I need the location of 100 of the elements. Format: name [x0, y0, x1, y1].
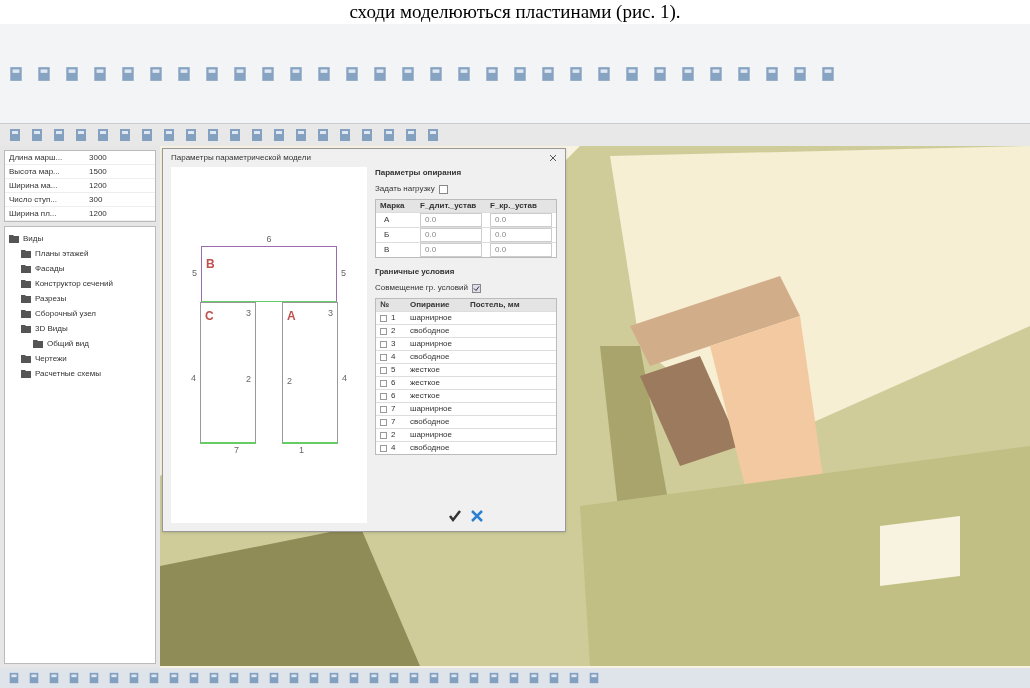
tree-item[interactable]: Конструктор сечений: [35, 277, 113, 290]
toolbar-tool-icon[interactable]: [372, 65, 388, 82]
toolbar-tool-icon[interactable]: [488, 672, 500, 684]
toolbar-tool-icon[interactable]: [206, 128, 220, 142]
checkmark-icon[interactable]: [448, 509, 462, 523]
close-icon[interactable]: [470, 509, 484, 523]
toolbar-tool-icon[interactable]: [268, 672, 280, 684]
value-field[interactable]: 0.0: [490, 213, 552, 227]
toolbar-tool-icon[interactable]: [588, 672, 600, 684]
value-field[interactable]: 0.0: [420, 228, 482, 242]
toolbar-tool-icon[interactable]: [344, 65, 360, 82]
toolbar-tool-icon[interactable]: [68, 672, 80, 684]
toolbar-tool-icon[interactable]: [338, 128, 352, 142]
toolbar-tool-icon[interactable]: [128, 672, 140, 684]
tree-item[interactable]: Разрезы: [35, 292, 67, 305]
toolbar-tool-icon[interactable]: [736, 65, 752, 82]
toolbar-tool-icon[interactable]: [288, 672, 300, 684]
toolbar-tool-icon[interactable]: [168, 672, 180, 684]
checkbox[interactable]: [380, 405, 387, 413]
tree-item[interactable]: Планы этажей: [35, 247, 89, 260]
checkbox[interactable]: [380, 418, 387, 426]
toolbar-tool-icon[interactable]: [468, 672, 480, 684]
toolbar-tool-icon[interactable]: [426, 128, 440, 142]
toolbar-tool-icon[interactable]: [388, 672, 400, 684]
toolbar-tool-icon[interactable]: [596, 65, 612, 82]
toolbar-tool-icon[interactable]: [568, 65, 584, 82]
toolbar-tool-icon[interactable]: [96, 128, 110, 142]
toolbar-tool-icon[interactable]: [288, 65, 304, 82]
checkbox[interactable]: [380, 379, 387, 387]
toolbar-tool-icon[interactable]: [294, 128, 308, 142]
tree-item[interactable]: Расчетные схемы: [35, 367, 101, 380]
checkbox[interactable]: [380, 353, 387, 361]
toolbar-tool-icon[interactable]: [162, 128, 176, 142]
toolbar-tool-icon[interactable]: [8, 65, 24, 82]
toolbar-tool-icon[interactable]: [52, 128, 66, 142]
value-field[interactable]: 0.0: [420, 213, 482, 227]
toolbar-tool-icon[interactable]: [348, 672, 360, 684]
toolbar-tool-icon[interactable]: [272, 128, 286, 142]
toolbar-tool-icon[interactable]: [764, 65, 780, 82]
toolbar-tool-icon[interactable]: [382, 128, 396, 142]
toolbar-tool-icon[interactable]: [176, 65, 192, 82]
toolbar-tool-icon[interactable]: [792, 65, 808, 82]
toolbar-tool-icon[interactable]: [820, 65, 836, 82]
value-field[interactable]: 0.0: [420, 243, 482, 257]
toolbar-tool-icon[interactable]: [232, 65, 248, 82]
tree-item[interactable]: Чертежи: [35, 352, 67, 365]
toolbar-tool-icon[interactable]: [148, 65, 164, 82]
toolbar-tool-icon[interactable]: [428, 672, 440, 684]
checkbox[interactable]: [380, 366, 387, 374]
toolbar-tool-icon[interactable]: [92, 65, 108, 82]
toolbar-tool-icon[interactable]: [48, 672, 60, 684]
toolbar-tool-icon[interactable]: [540, 65, 556, 82]
toolbar-tool-icon[interactable]: [568, 672, 580, 684]
checkbox[interactable]: [438, 184, 448, 194]
toolbar-tool-icon[interactable]: [204, 65, 220, 82]
toolbar-tool-icon[interactable]: [140, 128, 154, 142]
toolbar-tool-icon[interactable]: [652, 65, 668, 82]
toolbar-tool-icon[interactable]: [64, 65, 80, 82]
toolbar-tool-icon[interactable]: [456, 65, 472, 82]
toolbar-tool-icon[interactable]: [512, 65, 528, 82]
toolbar-tool-icon[interactable]: [316, 128, 330, 142]
toolbar-tool-icon[interactable]: [120, 65, 136, 82]
toolbar-tool-icon[interactable]: [8, 672, 20, 684]
toolbar-tool-icon[interactable]: [228, 128, 242, 142]
checkbox[interactable]: [380, 444, 387, 452]
checkbox[interactable]: [380, 314, 387, 322]
toolbar-tool-icon[interactable]: [30, 128, 44, 142]
toolbar-tool-icon[interactable]: [680, 65, 696, 82]
tree-item[interactable]: Виды: [23, 232, 44, 245]
toolbar-tool-icon[interactable]: [404, 128, 418, 142]
toolbar-tool-icon[interactable]: [360, 128, 374, 142]
toolbar-tool-icon[interactable]: [118, 128, 132, 142]
toolbar-tool-icon[interactable]: [36, 65, 52, 82]
toolbar-tool-icon[interactable]: [308, 672, 320, 684]
toolbar-tool-icon[interactable]: [328, 672, 340, 684]
checkbox[interactable]: [380, 327, 387, 335]
checkbox[interactable]: [380, 431, 387, 439]
toolbar-tool-icon[interactable]: [708, 65, 724, 82]
checkbox[interactable]: [380, 340, 387, 348]
toolbar-tool-icon[interactable]: [448, 672, 460, 684]
toolbar-tool-icon[interactable]: [108, 672, 120, 684]
toolbar-tool-icon[interactable]: [548, 672, 560, 684]
toolbar-tool-icon[interactable]: [428, 65, 444, 82]
toolbar-tool-icon[interactable]: [8, 128, 22, 142]
tree-item[interactable]: Общий вид: [47, 337, 89, 350]
toolbar-tool-icon[interactable]: [400, 65, 416, 82]
toolbar-tool-icon[interactable]: [508, 672, 520, 684]
checkbox[interactable]: [471, 283, 481, 293]
toolbar-tool-icon[interactable]: [188, 672, 200, 684]
toolbar-tool-icon[interactable]: [74, 128, 88, 142]
toolbar-tool-icon[interactable]: [408, 672, 420, 684]
tree-item[interactable]: 3D Виды: [35, 322, 68, 335]
toolbar-tool-icon[interactable]: [228, 672, 240, 684]
toolbar-tool-icon[interactable]: [208, 672, 220, 684]
toolbar-tool-icon[interactable]: [368, 672, 380, 684]
value-field[interactable]: 0.0: [490, 228, 552, 242]
tree-item[interactable]: Фасады: [35, 262, 65, 275]
toolbar-tool-icon[interactable]: [28, 672, 40, 684]
toolbar-tool-icon[interactable]: [88, 672, 100, 684]
value-field[interactable]: 0.0: [490, 243, 552, 257]
